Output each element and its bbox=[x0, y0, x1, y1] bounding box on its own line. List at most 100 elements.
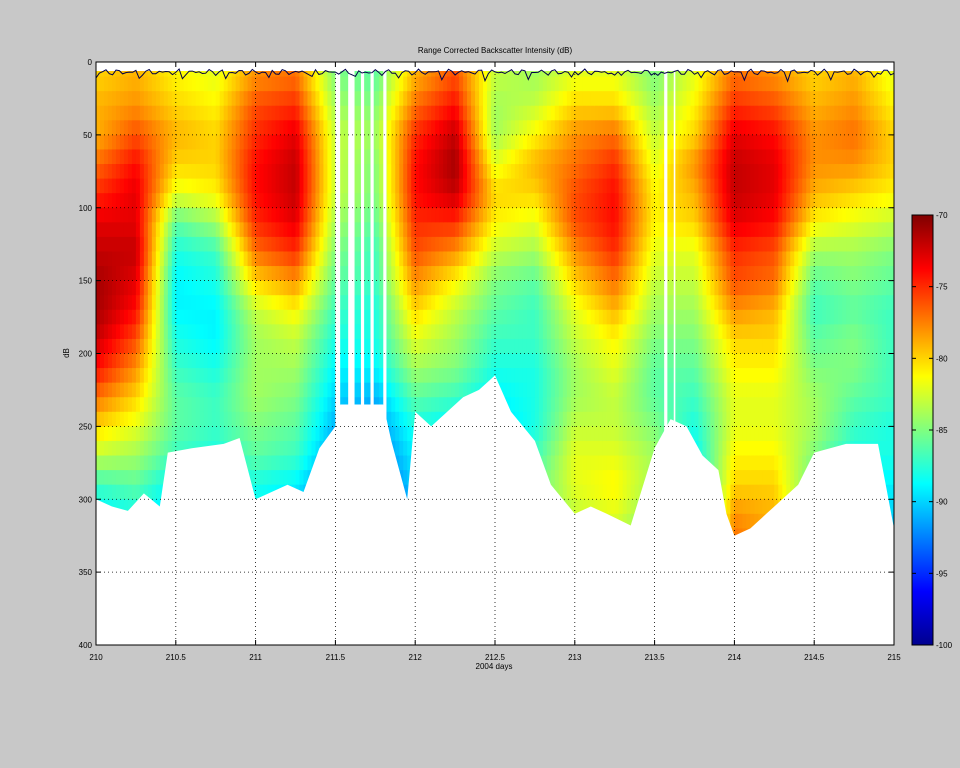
heatmap-cell bbox=[518, 280, 524, 296]
heatmap-cell bbox=[219, 91, 225, 107]
heatmap-cell bbox=[311, 76, 317, 92]
heatmap-cell bbox=[506, 266, 512, 282]
heatmap-cell bbox=[475, 134, 480, 151]
heatmap-cell bbox=[578, 368, 584, 384]
heatmap-cell bbox=[514, 134, 520, 151]
heatmap-cell bbox=[207, 207, 213, 223]
heatmap-cell bbox=[534, 280, 540, 296]
heatmap-cell bbox=[271, 455, 277, 471]
heatmap-cell bbox=[590, 236, 596, 253]
heatmap-cell bbox=[510, 120, 516, 136]
heatmap-cell bbox=[279, 382, 285, 398]
heatmap-cell bbox=[179, 397, 185, 413]
heatmap-cell bbox=[143, 426, 149, 442]
heatmap-cell bbox=[343, 164, 348, 180]
heatmap-cell bbox=[566, 76, 572, 92]
heatmap-cell bbox=[455, 178, 460, 194]
heatmap-cell bbox=[498, 222, 504, 238]
heatmap-cell bbox=[303, 324, 309, 340]
heatmap-cell bbox=[291, 207, 297, 223]
heatmap-cell bbox=[199, 280, 205, 296]
heatmap-cell bbox=[111, 397, 117, 413]
heatmap-cell bbox=[471, 134, 476, 151]
heatmap-cell bbox=[199, 251, 205, 267]
heatmap-cell bbox=[323, 353, 329, 369]
heatmap-cell bbox=[546, 309, 552, 325]
heatmap-cell bbox=[219, 76, 225, 92]
heatmap-cell bbox=[407, 295, 412, 311]
heatmap-cell bbox=[195, 76, 201, 92]
heatmap-cell bbox=[227, 353, 233, 369]
heatmap-cell bbox=[239, 134, 245, 151]
heatmap-cell bbox=[574, 91, 580, 107]
heatmap-cell bbox=[331, 222, 336, 238]
heatmap-cell bbox=[514, 353, 520, 369]
heatmap-cell bbox=[510, 309, 516, 325]
heatmap-cell bbox=[183, 324, 189, 340]
heatmap-cell bbox=[151, 397, 157, 413]
heatmap-cell bbox=[143, 251, 149, 267]
heatmap-cell bbox=[439, 251, 444, 267]
heatmap-cell bbox=[479, 280, 484, 296]
heatmap-cell bbox=[546, 251, 552, 267]
heatmap-cell bbox=[267, 455, 273, 471]
heatmap-cell bbox=[546, 105, 552, 121]
heatmap-cell bbox=[127, 193, 133, 209]
heatmap-cell bbox=[379, 193, 384, 209]
heatmap-cell bbox=[111, 338, 117, 355]
heatmap-cell bbox=[239, 368, 245, 384]
heatmap-cell bbox=[506, 178, 512, 194]
heatmap-cell bbox=[287, 440, 293, 457]
heatmap-cell bbox=[311, 426, 317, 442]
heatmap-cell bbox=[431, 236, 436, 253]
heatmap-cell bbox=[211, 324, 217, 340]
heatmap-cell bbox=[590, 338, 596, 355]
heatmap-cell bbox=[127, 207, 133, 223]
heatmap-cell bbox=[502, 324, 508, 340]
heatmap-cell bbox=[291, 193, 297, 209]
heatmap-cell bbox=[307, 440, 313, 457]
heatmap-cell bbox=[530, 134, 536, 151]
heatmap-cell bbox=[271, 324, 277, 340]
heatmap-cell bbox=[415, 105, 420, 121]
heatmap-cell bbox=[151, 120, 157, 136]
heatmap-cell bbox=[431, 397, 436, 413]
heatmap-cell bbox=[582, 397, 588, 413]
heatmap-cell bbox=[546, 455, 552, 471]
heatmap-cell bbox=[223, 353, 229, 369]
heatmap-cell bbox=[239, 164, 245, 180]
heatmap-cell bbox=[303, 207, 309, 223]
heatmap-cell bbox=[151, 470, 157, 486]
heatmap-cell bbox=[343, 222, 348, 238]
heatmap-cell bbox=[179, 280, 185, 296]
heatmap-cell bbox=[139, 280, 145, 296]
heatmap-cell bbox=[191, 266, 197, 282]
heatmap-cell bbox=[590, 470, 596, 486]
heatmap-cell bbox=[510, 105, 516, 121]
heatmap-cell bbox=[115, 411, 121, 427]
heatmap-cell bbox=[195, 193, 201, 209]
heatmap-cell bbox=[419, 353, 424, 369]
heatmap-cell bbox=[455, 280, 460, 296]
heatmap-cell bbox=[131, 266, 137, 282]
heatmap-cell bbox=[343, 266, 348, 282]
heatmap-cell bbox=[526, 266, 532, 282]
heatmap-cell bbox=[203, 295, 209, 311]
heatmap-cell bbox=[419, 280, 424, 296]
heatmap-cell bbox=[554, 222, 560, 238]
heatmap-cell bbox=[538, 353, 544, 369]
heatmap-cell bbox=[526, 178, 532, 194]
heatmap-cell bbox=[443, 295, 448, 311]
heatmap-cell bbox=[323, 251, 329, 267]
heatmap-cell bbox=[99, 164, 105, 180]
heatmap-cell bbox=[379, 236, 384, 253]
heatmap-cell bbox=[127, 382, 133, 398]
heatmap-cell bbox=[483, 193, 488, 209]
heatmap-cell bbox=[475, 353, 480, 369]
heatmap-cell bbox=[506, 105, 512, 121]
heatmap-cell bbox=[131, 91, 137, 107]
heatmap-cell bbox=[155, 426, 161, 442]
heatmap-cell bbox=[403, 426, 408, 442]
heatmap-cell bbox=[311, 134, 317, 151]
heatmap-cell bbox=[403, 338, 408, 355]
